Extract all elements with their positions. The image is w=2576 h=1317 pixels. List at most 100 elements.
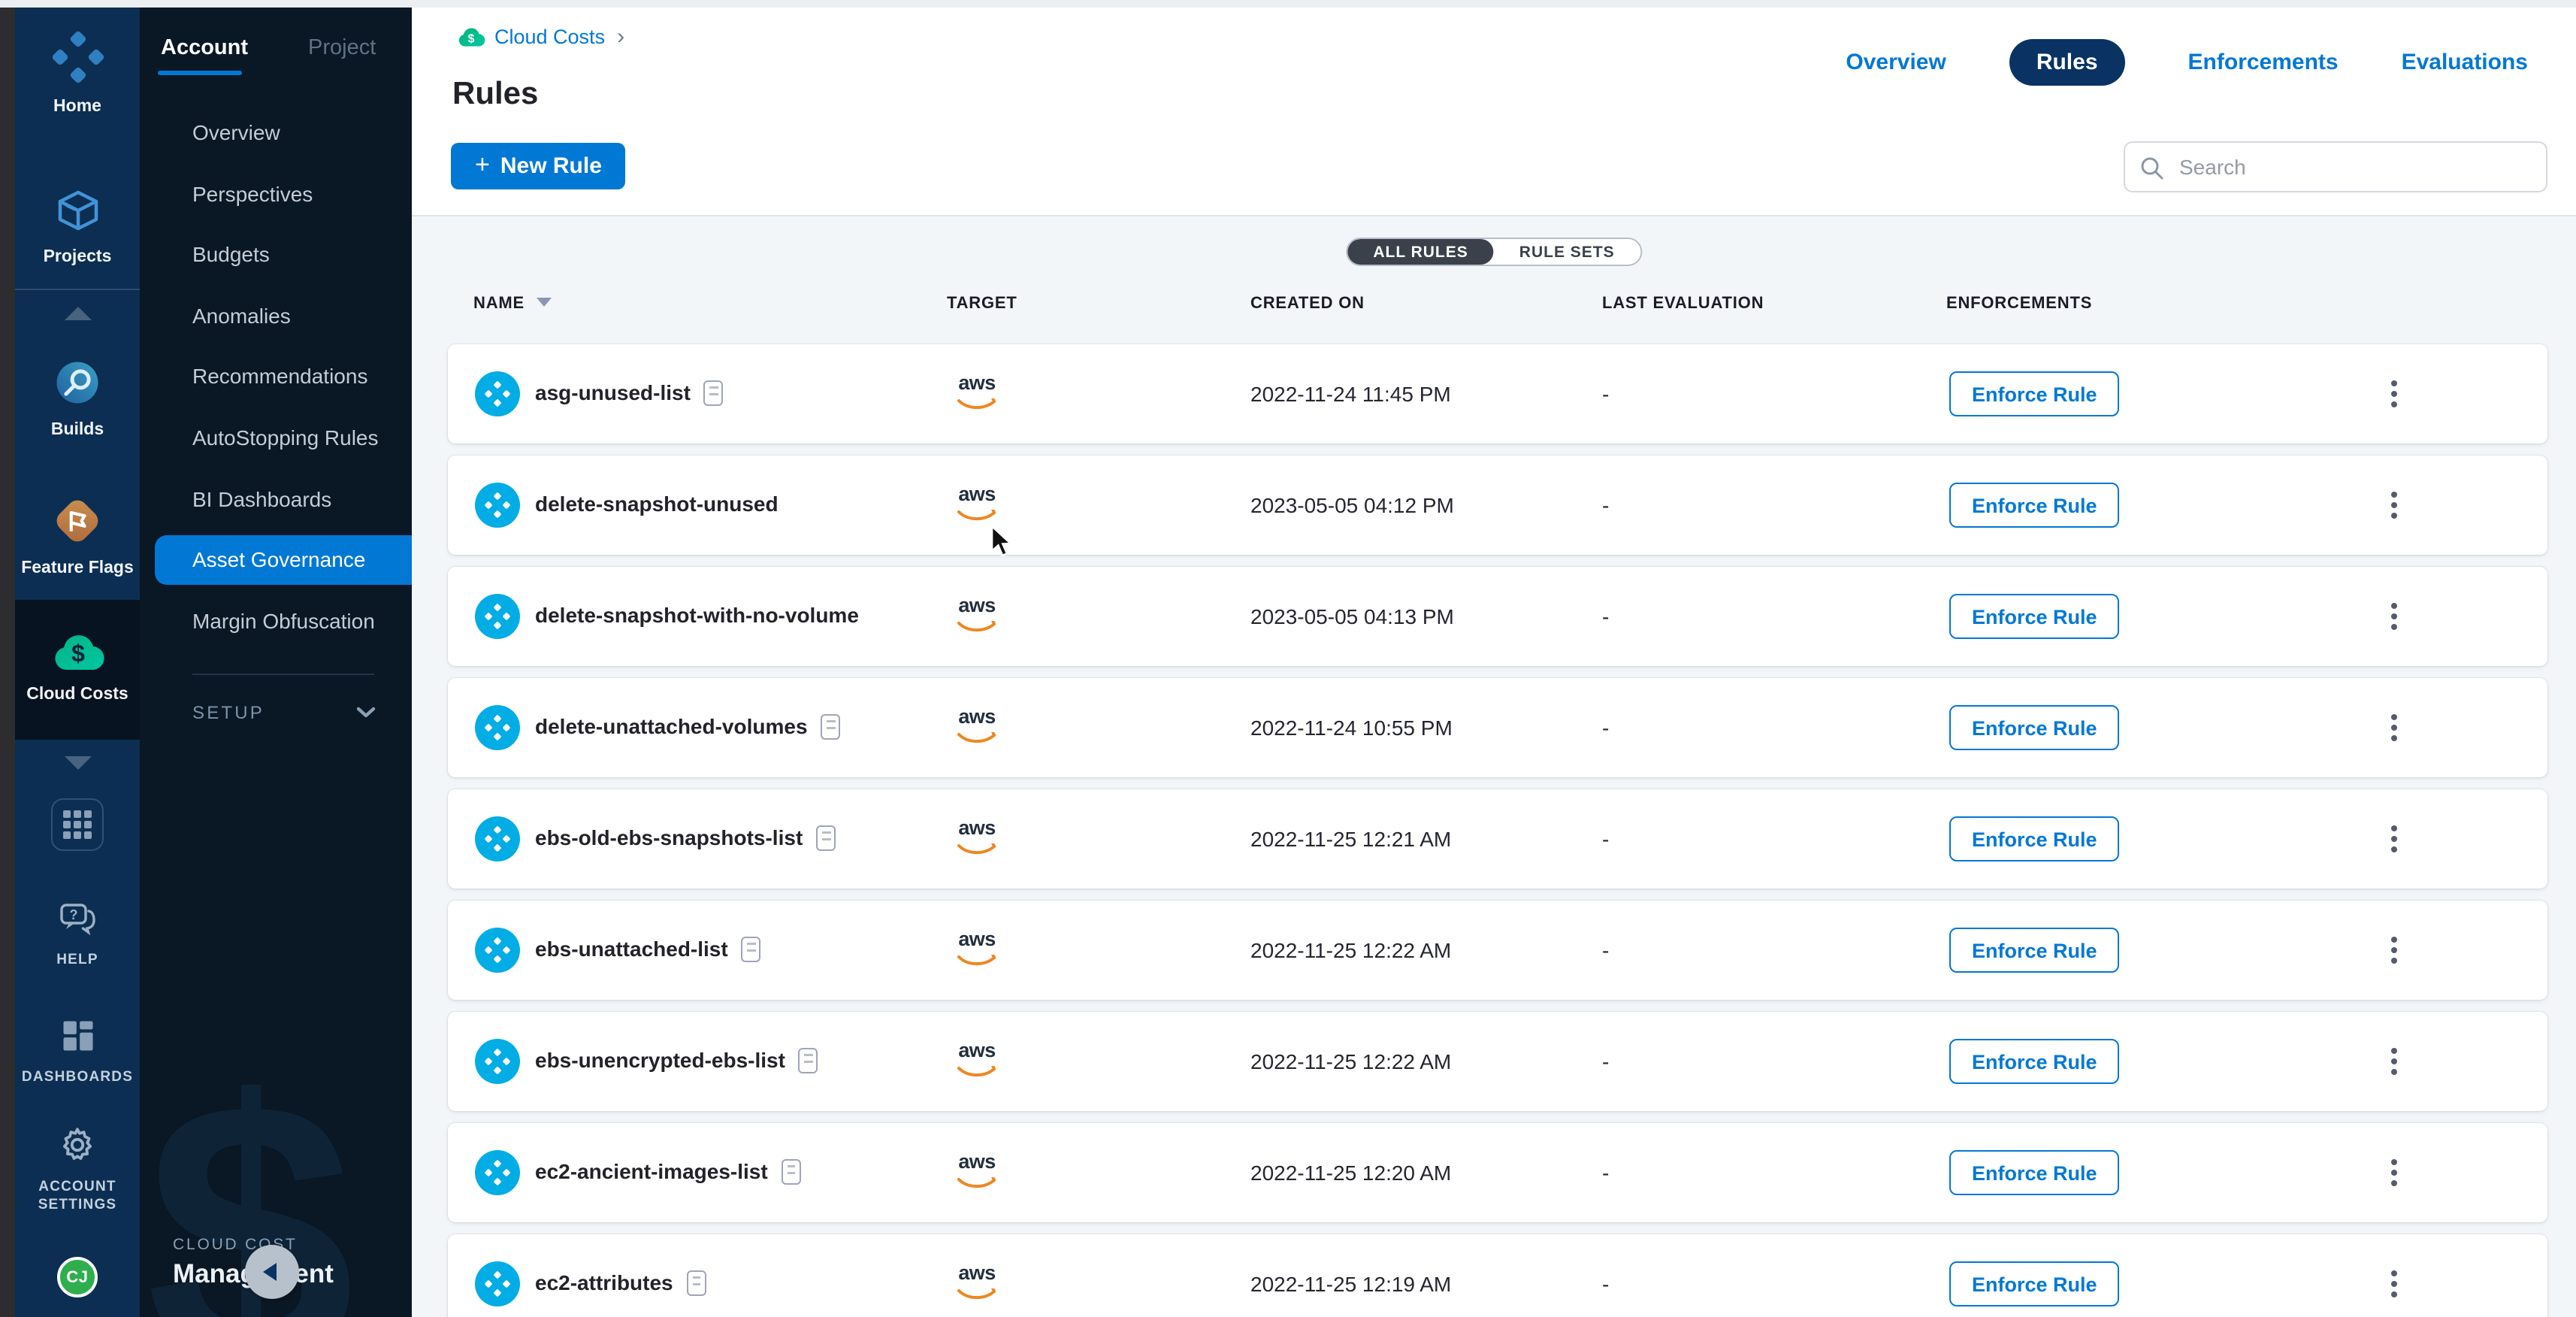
rule-name[interactable]: delete-snapshot-with-no-volume bbox=[535, 603, 859, 627]
aws-text: aws bbox=[947, 819, 1007, 837]
table-header: NAME TARGET CREATED ON LAST EVALUATION E… bbox=[412, 295, 2576, 328]
sidebar-item-overview[interactable]: Overview bbox=[140, 102, 412, 163]
kebab-menu-icon[interactable] bbox=[2384, 1045, 2405, 1078]
enforce-rule-button[interactable]: Enforce Rule bbox=[1949, 1150, 2120, 1195]
rule-name[interactable]: delete-unattached-volumes bbox=[535, 714, 808, 738]
window-top-edge bbox=[0, 0, 2576, 8]
main-sidebar: Home Projects Builds bbox=[15, 0, 140, 1317]
search-input[interactable] bbox=[2176, 143, 2537, 191]
note-icon[interactable] bbox=[799, 1048, 818, 1073]
enforce-rule-button[interactable]: Enforce Rule bbox=[1949, 1039, 2120, 1084]
rule-name[interactable]: ebs-unencrypted-ebs-list bbox=[535, 1048, 785, 1072]
kebab-menu-icon[interactable] bbox=[2384, 822, 2405, 855]
kebab-menu-icon[interactable] bbox=[2384, 1156, 2405, 1189]
note-icon[interactable] bbox=[816, 825, 836, 851]
tab-account[interactable]: Account bbox=[161, 36, 248, 60]
sidebar-label: HELP bbox=[15, 952, 140, 970]
note-icon[interactable] bbox=[704, 380, 724, 406]
note-icon[interactable] bbox=[687, 1270, 706, 1296]
rules-view-toggle[interactable]: ALL RULESRULE SETS bbox=[1346, 238, 1641, 266]
breadcrumb-cloud-costs[interactable]: Cloud Costs bbox=[494, 25, 605, 47]
screen-left-edge bbox=[0, 0, 15, 1317]
sidebar-label: ACCOUNT SETTINGS bbox=[25, 1179, 130, 1215]
setup-section-toggle[interactable]: SETUP bbox=[140, 693, 412, 735]
harness-logo-icon bbox=[50, 30, 104, 84]
module-picker-button[interactable] bbox=[51, 798, 104, 851]
last-evaluation: - bbox=[1602, 493, 1609, 517]
toggle-all-rules[interactable]: ALL RULES bbox=[1347, 239, 1493, 265]
created-on: 2022-11-25 12:21 AM bbox=[1250, 827, 1451, 851]
table-row: asg-unused-list aws 2022-11-24 11:45 PM … bbox=[448, 344, 2547, 444]
new-rule-button[interactable]: + New Rule bbox=[451, 143, 626, 189]
aws-logo: aws bbox=[947, 931, 1007, 976]
kebab-menu-icon[interactable] bbox=[2384, 1267, 2405, 1300]
nav-collapse-down[interactable] bbox=[15, 740, 140, 788]
kebab-menu-icon[interactable] bbox=[2384, 934, 2405, 967]
note-icon[interactable] bbox=[782, 1159, 801, 1185]
sidebar-item-bi-dashboards[interactable]: BI Dashboards bbox=[140, 468, 412, 529]
setup-label: SETUP bbox=[192, 702, 265, 723]
sidebar-item-budgets[interactable]: Budgets bbox=[140, 224, 412, 285]
tab-overview[interactable]: Overview bbox=[1846, 50, 1946, 75]
cube-icon bbox=[53, 186, 101, 235]
page-title: Rules bbox=[452, 77, 538, 113]
kebab-menu-icon[interactable] bbox=[2384, 600, 2405, 633]
enforce-rule-button[interactable]: Enforce Rule bbox=[1949, 1261, 2120, 1306]
rule-name[interactable]: ec2-attributes bbox=[535, 1270, 673, 1294]
kebab-menu-icon[interactable] bbox=[2384, 377, 2405, 410]
last-evaluation: - bbox=[1602, 1161, 1609, 1185]
kebab-menu-icon[interactable] bbox=[2384, 489, 2405, 522]
nav-collapse-up[interactable] bbox=[15, 289, 140, 337]
note-icon[interactable] bbox=[742, 937, 761, 962]
sidebar-item-dashboards[interactable]: DASHBOARDS bbox=[15, 1016, 140, 1087]
builds-icon bbox=[53, 358, 102, 407]
aws-text: aws bbox=[947, 1153, 1007, 1171]
enforce-rule-button[interactable]: Enforce Rule bbox=[1949, 705, 2120, 750]
rule-name[interactable]: ec2-ancient-images-list bbox=[535, 1159, 768, 1183]
sidebar-item-anomalies[interactable]: Anomalies bbox=[140, 286, 412, 347]
chevron-down-icon bbox=[64, 756, 91, 770]
sidebar-item-help[interactable]: ? HELP bbox=[15, 902, 140, 970]
sidebar-item-builds[interactable]: Builds bbox=[15, 358, 140, 439]
user-avatar[interactable]: CJ bbox=[57, 1257, 98, 1297]
last-evaluation: - bbox=[1602, 716, 1609, 740]
sidebar-item-account-settings[interactable]: ACCOUNT SETTINGS bbox=[15, 1125, 140, 1215]
sidebar-item-perspectives[interactable]: Perspectives bbox=[140, 163, 412, 224]
note-icon[interactable] bbox=[821, 714, 841, 740]
menu-divider bbox=[192, 674, 374, 675]
tab-evaluations[interactable]: Evaluations bbox=[2402, 50, 2528, 75]
toggle-rule-sets[interactable]: RULE SETS bbox=[1494, 239, 1640, 265]
rule-name[interactable]: delete-snapshot-unused bbox=[535, 492, 779, 516]
sidebar-item-cloud-costs[interactable]: $ Cloud Costs bbox=[15, 631, 140, 704]
aws-swoosh bbox=[957, 732, 996, 746]
tab-enforcements[interactable]: Enforcements bbox=[2188, 50, 2339, 75]
enforce-rule-button[interactable]: Enforce Rule bbox=[1949, 483, 2120, 528]
col-name[interactable]: NAME bbox=[473, 295, 552, 313]
sidebar-item-recommendations[interactable]: Recommendations bbox=[140, 347, 412, 407]
enforce-rule-button[interactable]: Enforce Rule bbox=[1949, 816, 2120, 861]
svg-text:$: $ bbox=[468, 32, 475, 44]
rule-name[interactable]: ebs-old-ebs-snapshots-list bbox=[535, 825, 803, 849]
enforce-rule-button[interactable]: Enforce Rule bbox=[1949, 371, 2120, 416]
sidebar-label: Home bbox=[15, 98, 140, 116]
sidebar-item-asset-governance[interactable]: Asset Governance bbox=[155, 535, 412, 585]
search-icon bbox=[2140, 156, 2164, 180]
aws-swoosh bbox=[957, 621, 996, 634]
kebab-menu-icon[interactable] bbox=[2384, 711, 2405, 744]
enforce-rule-button[interactable]: Enforce Rule bbox=[1949, 928, 2120, 973]
chevron-down-icon bbox=[356, 707, 376, 719]
module-menu: OverviewPerspectivesBudgetsAnomaliesReco… bbox=[140, 102, 412, 652]
aws-text: aws bbox=[947, 486, 1007, 504]
sidebar-item-margin-obfuscation[interactable]: Margin Obfuscation bbox=[140, 591, 412, 652]
tab-project[interactable]: Project bbox=[308, 36, 376, 60]
enforce-rule-button[interactable]: Enforce Rule bbox=[1949, 594, 2120, 639]
sidebar-item-feature-flags[interactable]: Feature Flags bbox=[15, 496, 140, 577]
sidebar-item-autostopping-rules[interactable]: AutoStopping Rules bbox=[140, 407, 412, 468]
rule-name[interactable]: ebs-unattached-list bbox=[535, 937, 728, 961]
sidebar-item-projects[interactable]: Projects bbox=[15, 186, 140, 266]
sidebar-item-home[interactable]: Home bbox=[15, 30, 140, 116]
tab-rules[interactable]: Rules bbox=[2009, 39, 2125, 86]
rule-name[interactable]: asg-unused-list bbox=[535, 380, 691, 404]
last-evaluation: - bbox=[1602, 1049, 1609, 1073]
sidebar-collapse-button[interactable] bbox=[245, 1245, 299, 1299]
